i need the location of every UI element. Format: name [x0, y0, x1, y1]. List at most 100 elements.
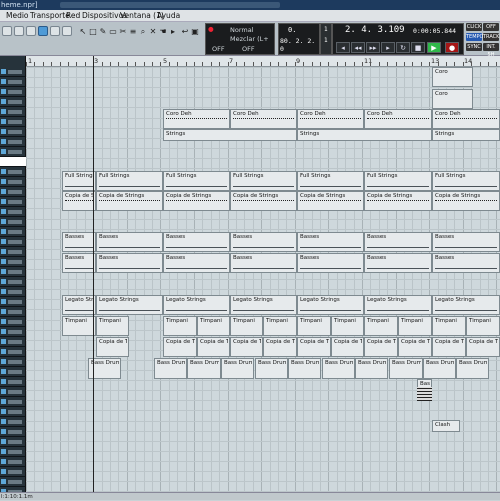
part-basses[interactable]: Basses	[62, 253, 96, 273]
mode-normal[interactable]: Normal	[230, 26, 254, 34]
track-header[interactable]	[0, 237, 26, 247]
track-header[interactable]	[0, 317, 26, 327]
part-coro[interactable]: Coro	[432, 89, 473, 109]
track-header[interactable]	[0, 107, 26, 117]
mode-mezclar[interactable]: Mezclar (L+	[230, 35, 269, 43]
part-copia-tim[interactable]: Copia de Tim	[96, 337, 129, 357]
part-timpani[interactable]: Timpani	[263, 316, 297, 336]
forward-button[interactable]: ▸▸	[366, 42, 380, 53]
toolbar-button-6[interactable]	[62, 26, 72, 36]
part-timpani[interactable]: Timpani	[62, 316, 96, 336]
part-bass-drum[interactable]: Bass Drum	[221, 358, 254, 379]
track-header[interactable]	[0, 397, 26, 407]
part-basses[interactable]: Basses	[364, 232, 432, 252]
toolbar-button-3[interactable]	[26, 26, 36, 36]
track-header[interactable]	[0, 67, 26, 77]
track-header[interactable]	[0, 217, 26, 227]
part-copia-strings[interactable]: Copia de Strings	[230, 191, 297, 211]
part-strings[interactable]: Strings	[432, 129, 500, 141]
part-bass-drum[interactable]: Bass Drum	[288, 358, 321, 379]
part-copia-st[interactable]: Copia de St	[62, 191, 96, 211]
tempo-track[interactable]: TRACK	[483, 33, 499, 41]
track-header[interactable]	[0, 307, 26, 317]
part-timpani[interactable]: Timpani	[331, 316, 364, 336]
part-full-strings[interactable]: Full Strings	[163, 171, 230, 191]
part-legato[interactable]: Legato Strings	[364, 295, 432, 315]
track-header[interactable]	[0, 477, 26, 487]
track-header[interactable]	[0, 147, 26, 157]
part-bass-drum[interactable]: Bass Drum	[255, 358, 288, 379]
track-header[interactable]	[0, 447, 26, 457]
part-bass-drum[interactable]: Bass Drum	[187, 358, 221, 379]
track-header[interactable]	[0, 327, 26, 337]
track-header[interactable]	[0, 137, 26, 147]
part-basses[interactable]: Basses	[364, 253, 432, 273]
part-legato[interactable]: Legato Strings	[230, 295, 297, 315]
part-copia-strings[interactable]: Copia de Strings	[96, 191, 163, 211]
menu-red[interactable]: Red	[66, 10, 80, 22]
part-timpani[interactable]: Timpani	[96, 316, 129, 336]
track-header[interactable]	[0, 287, 26, 297]
part-coro-deh[interactable]: Coro Deh	[364, 109, 432, 129]
position-time[interactable]: 0:00:05.844	[413, 27, 456, 35]
track-header[interactable]	[0, 177, 26, 187]
toolbar-button-2[interactable]	[14, 26, 24, 36]
click-label[interactable]: CLICK	[466, 23, 482, 31]
pencil-tool-icon[interactable]: ✎	[98, 27, 108, 37]
part-copia-tim[interactable]: Copia de Tim	[364, 337, 398, 357]
click-off[interactable]: OFF	[483, 23, 499, 31]
toolbar-button-1[interactable]	[2, 26, 12, 36]
part-timpani[interactable]: Timpani	[230, 316, 263, 336]
track-header[interactable]	[0, 77, 26, 87]
zoom-tool-icon[interactable]: ⌕	[138, 27, 148, 37]
part-legato[interactable]: Legato Strings	[96, 295, 163, 315]
track-header[interactable]	[0, 197, 26, 207]
position-bars[interactable]: 2. 4. 3.109	[345, 25, 405, 35]
part-bass-drum[interactable]: Bass Drum	[423, 358, 456, 379]
stop-button[interactable]: ■	[411, 42, 425, 53]
part-timpani[interactable]: Timpani	[398, 316, 432, 336]
track-header[interactable]	[0, 417, 26, 427]
track-header[interactable]	[0, 347, 26, 357]
track-header[interactable]	[0, 97, 26, 107]
tempo-label[interactable]: TEMPO	[466, 33, 483, 41]
part-timpani[interactable]: Timpani	[163, 316, 197, 336]
play-button[interactable]: ▶	[427, 42, 441, 53]
mute-tool-icon[interactable]: ✕	[148, 27, 158, 37]
part-copia-strings[interactable]: Copia de Strings	[432, 191, 500, 211]
part-copia-tim[interactable]: Copia de Tim	[163, 337, 197, 357]
cycle-button[interactable]: ↻	[396, 42, 410, 53]
part-basses[interactable]: Basses	[230, 253, 297, 273]
hand-tool-icon[interactable]: ☚	[158, 27, 168, 37]
transport-button-1[interactable]: ◂	[336, 42, 350, 53]
track-header[interactable]	[0, 367, 26, 377]
part-timpani[interactable]: Timpani	[432, 316, 466, 336]
part-copia-tim[interactable]: Copia de Tim	[197, 337, 230, 357]
rewind-button[interactable]: ◂◂	[351, 42, 365, 53]
part-legato[interactable]: Legato Strings	[297, 295, 364, 315]
project-cursor[interactable]	[93, 56, 94, 492]
part-basses[interactable]: Basses	[163, 253, 230, 273]
part-legato-short[interactable]: Legato Strin	[62, 295, 96, 315]
part-full-strings[interactable]: Full Strings	[432, 171, 500, 191]
part-basses[interactable]: Basses	[163, 232, 230, 252]
part-strings[interactable]: Strings	[297, 129, 432, 141]
part-full-strings[interactable]: Full Strings	[96, 171, 163, 191]
part-coro-deh[interactable]: Coro Deh	[297, 109, 364, 129]
right-locator[interactable]: 80. 2. 2. 0	[280, 37, 319, 53]
part-basses[interactable]: Basses	[297, 232, 364, 252]
toolbar-button-5[interactable]	[50, 26, 60, 36]
part-coro-deh[interactable]: Coro Deh	[432, 109, 500, 129]
part-basses[interactable]: Basses	[230, 232, 297, 252]
part-full-strings[interactable]: Full Strings	[364, 171, 432, 191]
part-coro-deh[interactable]: Coro Deh	[163, 109, 230, 129]
part-timpani[interactable]: Timpani	[364, 316, 398, 336]
glue-tool-icon[interactable]: ≡	[128, 27, 138, 37]
part-legato[interactable]: Legato Strings	[163, 295, 230, 315]
eraser-tool-icon[interactable]: ▭	[108, 27, 118, 37]
part-basses[interactable]: Basses	[62, 232, 96, 252]
track-header[interactable]	[0, 377, 26, 387]
toolbar-button-selected[interactable]	[38, 26, 48, 36]
speaker-tool-icon[interactable]: ▸	[168, 27, 178, 37]
part-copia-tim[interactable]: Copia de Tim	[398, 337, 432, 357]
